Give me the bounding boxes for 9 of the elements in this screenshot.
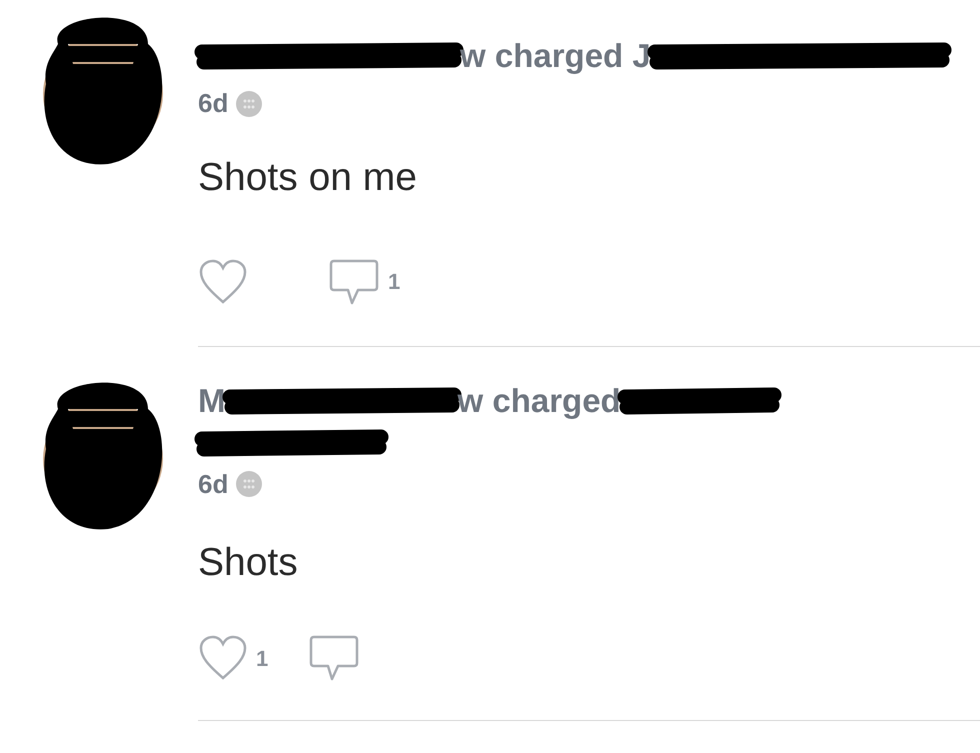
- activity-text: M: [198, 380, 226, 420]
- comment-button[interactable]: [308, 633, 360, 683]
- globe-icon: [236, 471, 262, 497]
- message-text: Shots: [198, 540, 299, 586]
- timestamp: 6d: [198, 87, 228, 120]
- timestamp: 6d: [198, 468, 228, 500]
- message-text: Shots on me: [198, 155, 418, 201]
- like-button[interactable]: [198, 258, 248, 304]
- globe-icon: [236, 90, 262, 116]
